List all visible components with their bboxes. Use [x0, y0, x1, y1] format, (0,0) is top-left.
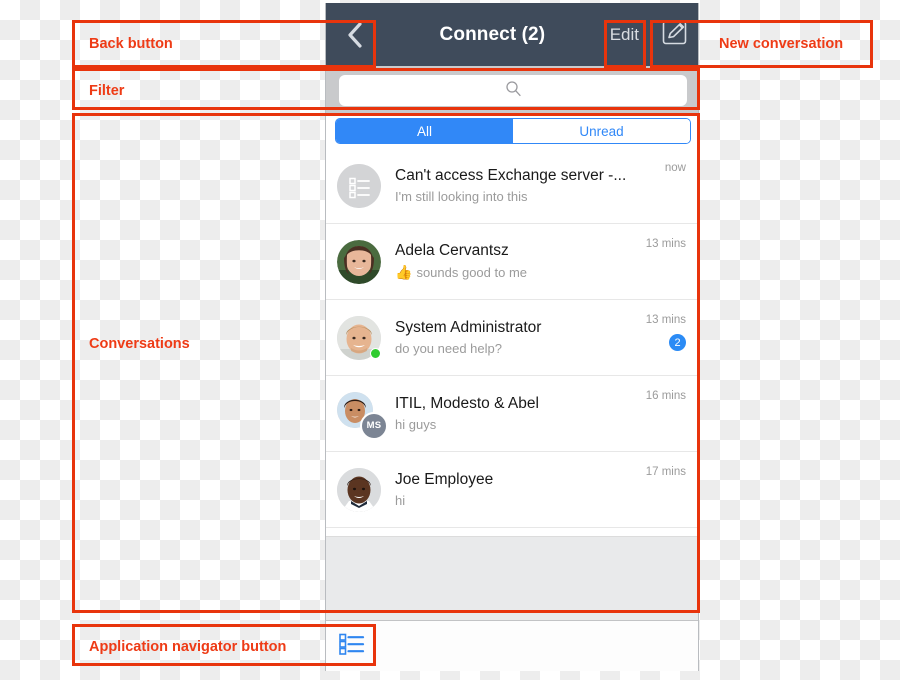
filter-bar	[326, 66, 698, 115]
conversation-name: ITIL, Modesto & Abel	[395, 395, 539, 412]
tab-all[interactable]: All	[336, 119, 513, 143]
application-navigator-button[interactable]	[326, 621, 378, 672]
chevron-left-icon	[345, 20, 365, 50]
timestamp: 16 mins	[645, 390, 686, 402]
back-button[interactable]	[326, 3, 384, 66]
conversation-list[interactable]: Can't access Exchange server -... I'm st…	[326, 148, 698, 536]
conversation-text: Adela Cervantsz 👍 sounds good to me	[395, 242, 646, 281]
filter-tabs: All Unread	[326, 115, 698, 147]
new-conversation-button[interactable]	[648, 3, 698, 66]
list-item[interactable]: Can't access Exchange server -... I'm st…	[326, 148, 698, 224]
timestamp: 13 mins	[645, 314, 686, 326]
conversation-name: Can't access Exchange server -...	[395, 167, 627, 184]
conversation-snippet: 👍 sounds good to me	[395, 264, 646, 281]
task-list-icon	[337, 163, 381, 208]
conversation-text: ITIL, Modesto & Abel hi guys	[395, 395, 646, 432]
conversation-meta: 17 mins	[646, 452, 686, 478]
avatar	[337, 239, 381, 284]
list-item[interactable]: MS ITIL, Modesto & Abel hi guys 16 mins	[326, 376, 698, 452]
timestamp: 13 mins	[645, 238, 686, 250]
application-navigator-list-icon	[339, 632, 365, 661]
tab-unread[interactable]: Unread	[513, 119, 690, 143]
unread-badge: 2	[669, 334, 686, 351]
navigation-bar: Connect (2) Edit	[326, 3, 698, 66]
phone-screen: Connect (2) Edit All Unread Can't access…	[325, 3, 699, 671]
avatar: MS	[337, 391, 388, 440]
page-title: Connect (2)	[439, 23, 546, 45]
conversation-snippet: hi	[395, 493, 646, 508]
conversation-name: System Administrator	[395, 319, 542, 336]
thumbs-up-icon: 👍	[395, 264, 413, 280]
avatar	[337, 163, 381, 208]
snippet-text: sounds good to me	[416, 265, 528, 280]
timestamp: 17 mins	[645, 466, 686, 478]
conversation-text: System Administrator do you need help?	[395, 319, 646, 356]
annotation-label-conversations: Conversations	[89, 336, 190, 352]
conversation-name: Joe Employee	[395, 471, 494, 488]
list-item[interactable]: Adela Cervantsz 👍 sounds good to me 13 m…	[326, 224, 698, 300]
conversation-name: Adela Cervantsz	[395, 242, 509, 259]
edit-button[interactable]: Edit	[601, 3, 648, 66]
search-input[interactable]	[339, 75, 687, 106]
avatar	[337, 467, 381, 512]
conversation-meta: 13 mins 2	[646, 300, 686, 351]
search-icon	[505, 80, 522, 102]
conversation-meta: now	[665, 148, 686, 174]
snippet-text: hi	[395, 493, 406, 508]
snippet-text: I'm still looking into this	[395, 189, 528, 204]
empty-list-area	[326, 536, 698, 620]
conversation-text: Can't access Exchange server -... I'm st…	[395, 167, 665, 204]
snippet-text: hi guys	[395, 417, 437, 432]
photo-man-dark-avatar	[337, 467, 381, 512]
conversation-snippet: do you need help?	[395, 341, 646, 356]
annotation-label-app-navigator: Application navigator button	[89, 639, 287, 655]
conversation-meta: 13 mins	[646, 224, 686, 250]
list-item[interactable]: System Administrator do you need help? 1…	[326, 300, 698, 376]
list-item[interactable]: Joe Employee hi 17 mins	[326, 452, 698, 528]
conversation-meta: 16 mins	[646, 376, 686, 402]
annotation-label-filter: Filter	[89, 83, 125, 99]
avatar	[337, 315, 381, 360]
conversation-snippet: hi guys	[395, 417, 646, 432]
compose-pencil-square-icon	[661, 19, 688, 51]
group-avatar-initials: MS	[360, 411, 388, 440]
snippet-text: do you need help?	[395, 341, 502, 356]
online-status-indicator	[370, 347, 381, 359]
photo-woman-avatar	[337, 239, 381, 284]
conversation-text: Joe Employee hi	[395, 471, 646, 508]
bottom-bar	[326, 620, 698, 672]
timestamp: now	[664, 162, 686, 174]
conversation-snippet: I'm still looking into this	[395, 189, 665, 204]
annotation-label-new-conversation: New conversation	[719, 36, 844, 52]
annotation-label-back-button: Back button	[89, 36, 173, 52]
